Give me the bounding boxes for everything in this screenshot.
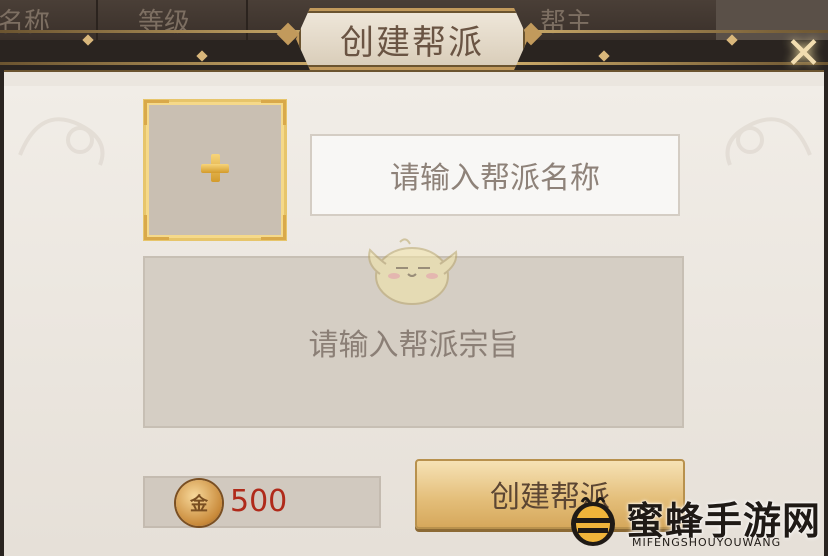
gold-coin-icon: 金 — [176, 480, 222, 526]
mascot-chick-icon — [368, 238, 458, 305]
column-divider — [246, 0, 248, 40]
frame-corner-icon — [144, 215, 169, 240]
column-name-label: 名称 — [0, 8, 51, 38]
sparkle-icon — [598, 50, 610, 62]
column-level-label: 等级 — [138, 8, 191, 38]
dialog-title-plaque: 创建帮派 — [296, 8, 528, 70]
cloud-pattern-icon — [18, 117, 105, 166]
sparkle-icon — [196, 50, 208, 62]
site-watermark: 蜜蜂手游网 MIFENGSHOUYOUWANG — [560, 484, 828, 554]
cost-amount: 500 — [230, 484, 288, 519]
cloud-pattern-icon — [725, 117, 812, 166]
column-leader-label: 帮主 — [540, 8, 593, 38]
dialog-title: 创建帮派 — [340, 22, 484, 63]
column-divider — [96, 0, 98, 40]
frame-corner-icon — [144, 100, 169, 125]
watermark-subtitle: MIFENGSHOUYOUWANG — [632, 536, 782, 549]
frame-corner-icon — [261, 100, 286, 125]
guild-name-input[interactable]: 请输入帮派名称 — [310, 134, 680, 216]
frame-corner-icon — [261, 215, 286, 240]
bee-logo-icon — [571, 497, 615, 546]
plus-icon[interactable] — [199, 152, 231, 184]
